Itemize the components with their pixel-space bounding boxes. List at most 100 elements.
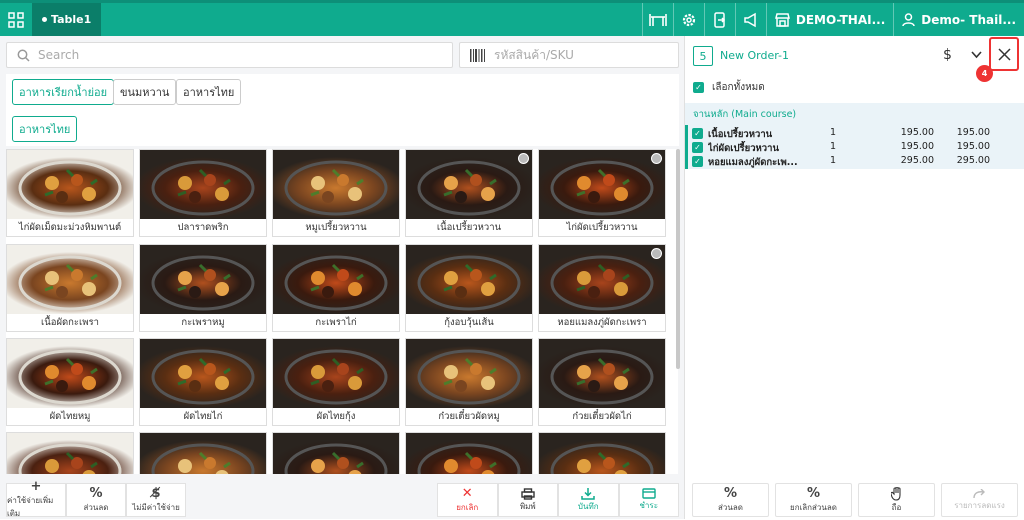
item-checkbox[interactable]: ✓ [692, 142, 703, 153]
percent-icon: % [806, 485, 821, 501]
hold-label: ถือ [891, 502, 902, 512]
phone-order-icon[interactable] [705, 3, 735, 36]
extra-charge-button[interactable]: + ค่าใช้จ่ายเพิ่มเติม [6, 479, 66, 518]
product-card[interactable]: เนื้อเปรี้ยวหวาน [405, 149, 533, 237]
void-items-button[interactable]: รายการลดแรง [941, 483, 1018, 517]
product-card[interactable]: หมูเปรี้ยวหวาน [272, 149, 400, 237]
order-discount-button[interactable]: % ส่วนลด [692, 483, 769, 517]
product-card[interactable] [538, 432, 666, 474]
table-layout-icon[interactable] [643, 3, 673, 36]
product-image [140, 433, 266, 474]
product-image [406, 245, 532, 314]
download-save-icon [581, 487, 595, 500]
settings-gear-icon[interactable] [674, 3, 704, 36]
category-thai-food[interactable]: อาหารไทย [176, 79, 242, 105]
void-items-label: รายการลดแรง [954, 500, 1005, 510]
product-card[interactable]: กะเพราไก่ [272, 244, 400, 332]
plus-icon: + [30, 479, 42, 494]
extra-charge-label: ค่าใช้จ่ายเพิ่มเติม [7, 496, 54, 518]
product-card[interactable]: ผัดไทยหมู [6, 338, 134, 426]
sku-input[interactable]: รหัสสินค้า/SKU [494, 46, 574, 65]
category-appetizer[interactable]: อาหารเรียกน้ำย่อย [12, 79, 115, 105]
user-menu[interactable]: Demo- Thail... [894, 13, 1024, 27]
order-panel-action-bar: % ส่วนลด % ยกเลิกส่วนลด ถือ รายการลดแรง [692, 483, 1018, 517]
cancel-button[interactable]: ✕ ยกเลิก [437, 483, 498, 517]
search-box[interactable]: Search [6, 42, 453, 68]
store-selector[interactable]: DEMO-THAI... [767, 13, 893, 27]
select-all-checkbox[interactable]: ✓ [693, 82, 704, 93]
product-name: ผัดไทยหมู [49, 411, 91, 422]
product-card[interactable]: หอยแมลงภู่ผัดกะเพรา [538, 244, 666, 332]
order-item-row[interactable]: ✓ ไก่ผัดเปรี้ยวหวาน 1 195.00 195.00 [692, 141, 1022, 155]
product-image [273, 150, 399, 219]
print-button[interactable]: พิมพ์ [497, 483, 558, 517]
user-icon [902, 12, 916, 26]
hold-button[interactable]: ถือ [858, 483, 935, 517]
product-card[interactable]: ไก่ผัดเม็ดมะม่วงหิมพานต์ [6, 149, 134, 237]
product-card[interactable]: ผัดไทยไก่ [139, 338, 267, 426]
product-image [7, 150, 133, 219]
hand-hold-icon [890, 486, 901, 501]
close-order-button[interactable] [989, 37, 1019, 71]
product-name: เนื้อเปรี้ยวหวาน [436, 222, 502, 233]
chevron-down-icon[interactable] [971, 48, 982, 62]
item-name: หอยแมลงภู่ผัดกะเพ... [708, 157, 798, 168]
announcement-megaphone-icon[interactable] [736, 3, 766, 36]
subcategory-thai-food[interactable]: อาหารไทย [12, 116, 78, 142]
search-input[interactable]: Search [38, 48, 79, 62]
product-card[interactable]: กุ้งอบวุ้นเส้น [405, 244, 533, 332]
product-card[interactable] [6, 432, 134, 474]
product-card[interactable] [139, 432, 267, 474]
item-checkbox[interactable]: ✓ [692, 156, 703, 167]
pay-button[interactable]: ชำระ [618, 483, 679, 517]
left-action-bar: + ค่าใช้จ่ายเพิ่มเติม % ส่วนลด $̸ ไม่มีค… [6, 479, 186, 518]
order-number[interactable]: 5 [693, 46, 713, 66]
pay-label: ชำระ [639, 501, 658, 510]
cancel-discount-button[interactable]: % ยกเลิกส่วนลด [775, 483, 852, 517]
discount-button[interactable]: % ส่วนลด [66, 483, 126, 517]
order-item-row[interactable]: ✓ เนื้อเปรี้ยวหวาน 1 195.00 195.00 [692, 127, 1022, 141]
product-card[interactable]: กะเพราหมู [139, 244, 267, 332]
active-dot-icon [42, 17, 47, 22]
select-all-label: เลือกทั้งหมด [712, 82, 765, 93]
product-card[interactable]: ก๋วยเตี๋ยวผัดไก่ [538, 338, 666, 426]
order-item-row[interactable]: ✓ หอยแมลงภู่ผัดกะเพ... 1 295.00 295.00 [692, 155, 1022, 169]
product-image [539, 245, 665, 314]
product-name: เนื้อผัดกะเพรา [41, 317, 99, 328]
no-charge-button[interactable]: $̸ ไม่มีค่าใช้จ่าย [126, 483, 186, 517]
printer-icon [521, 487, 535, 500]
save-button[interactable]: บันทึก [558, 483, 619, 517]
currency-dollar-icon[interactable]: $ [943, 47, 952, 63]
close-x-icon: ✕ [461, 485, 473, 501]
no-dollar-icon: $̸ [151, 485, 161, 501]
select-all-row[interactable]: ✓ เลือกทั้งหมด [693, 80, 765, 95]
top-bar: Table1 DEMO-THAI... Demo- Thail... [0, 0, 1024, 36]
product-card[interactable]: ผัดไทยกุ้ง [272, 338, 400, 426]
store-icon [774, 12, 790, 27]
category-filter: อาหารเรียกน้ำย่อย ขนมหวาน อาหารไทย อาหาร… [6, 74, 679, 146]
close-icon [997, 47, 1011, 61]
item-checkbox[interactable]: ✓ [692, 128, 703, 139]
product-card[interactable] [405, 432, 533, 474]
product-card[interactable] [272, 432, 400, 474]
product-card[interactable]: เนื้อผัดกะเพรา [6, 244, 134, 332]
product-image [273, 245, 399, 314]
product-image [539, 433, 665, 474]
product-card[interactable]: ก๋วยเตี๋ยวผัดหมู [405, 338, 533, 426]
product-image [273, 339, 399, 408]
cancel-label: ยกเลิก [456, 502, 479, 512]
sku-box[interactable]: รหัสสินค้า/SKU [459, 42, 679, 68]
table-tab[interactable]: Table1 [32, 3, 102, 36]
category-dessert[interactable]: ขนมหวาน [113, 79, 177, 105]
product-image [7, 339, 133, 408]
product-name: ผัดไทยไก่ [183, 411, 223, 422]
cancel-discount-label: ยกเลิกส่วนลด [790, 502, 837, 512]
product-image [406, 339, 532, 408]
selected-check-icon [518, 153, 529, 164]
item-name: ไก่ผัดเปรี้ยวหวาน [708, 143, 779, 154]
grid-menu-icon[interactable] [0, 3, 32, 36]
product-card[interactable]: ปลาราดพริก [139, 149, 267, 237]
product-card[interactable]: ไก่ผัดเปรี้ยวหวาน [538, 149, 666, 237]
order-name[interactable]: New Order-1 [720, 49, 789, 62]
product-scrollbar[interactable] [676, 149, 680, 369]
